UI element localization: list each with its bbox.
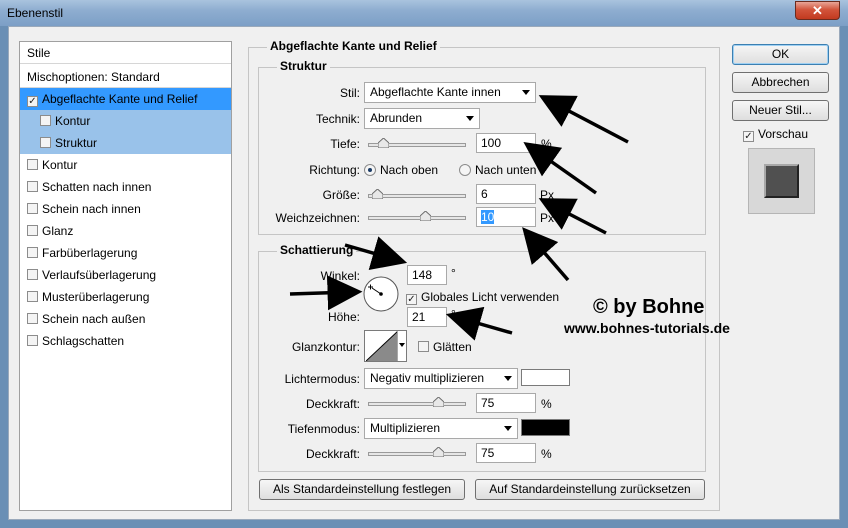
arrow-icon (522, 227, 570, 282)
arrow-icon (523, 141, 598, 195)
arrow-icon (538, 95, 629, 144)
arrow-icon (344, 236, 408, 271)
annotation-arrows (289, 95, 629, 341)
arrow-icon (445, 306, 513, 341)
arrow-icon (289, 275, 363, 311)
arrow-icon (538, 198, 607, 235)
